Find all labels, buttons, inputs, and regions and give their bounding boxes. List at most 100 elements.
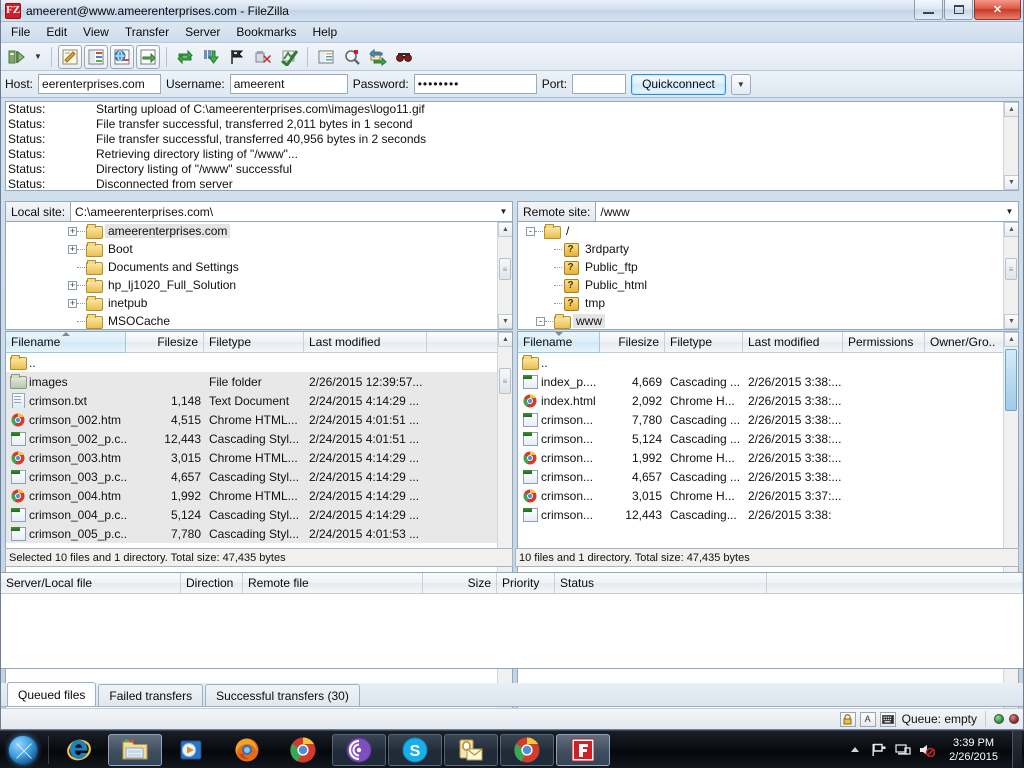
column-header-last-modified[interactable]: Last modified <box>743 332 843 352</box>
table-row[interactable]: crimson... 3,015 Chrome H... 2/26/2015 3… <box>518 486 1018 505</box>
reconnect-icon[interactable] <box>392 45 416 69</box>
tree-item[interactable]: Documents and Settings <box>6 258 512 276</box>
internet-explorer-icon[interactable] <box>52 734 106 766</box>
tree-item[interactable]: + inetpub <box>6 294 512 312</box>
local-directory-tree[interactable]: + ameerenterprises.com + Boot Documents … <box>5 222 513 330</box>
tree-item[interactable]: + Boot <box>6 240 512 258</box>
column-header-filesize[interactable]: Filesize <box>600 332 665 352</box>
table-row[interactable]: crimson_003.htm 3,015 Chrome HTML... 2/2… <box>6 448 512 467</box>
lock-icon[interactable] <box>839 711 856 727</box>
column-header-filename[interactable]: Filename <box>6 332 126 353</box>
tab-successful-transfers[interactable]: Successful transfers (30) <box>205 684 360 706</box>
column-header-filename[interactable]: Filename <box>518 332 600 353</box>
scroll-up-icon[interactable]: ▲ <box>1004 102 1018 117</box>
tab-failed-transfers[interactable]: Failed transfers <box>98 684 204 706</box>
scroll-down-icon[interactable]: ▼ <box>1004 175 1018 190</box>
table-row[interactable]: crimson... 4,657 Cascading ... 2/26/2015… <box>518 467 1018 486</box>
scrollbar-thumb[interactable] <box>1005 349 1017 411</box>
remote-tree-scrollbar[interactable]: ▲ ≡ ▼ <box>1003 222 1018 329</box>
find-files-icon[interactable] <box>340 45 364 69</box>
minimize-button[interactable] <box>914 0 943 20</box>
refresh-icon[interactable] <box>173 45 197 69</box>
table-row[interactable]: index_p.... 4,669 Cascading ... 2/26/201… <box>518 372 1018 391</box>
windows-media-player-icon[interactable] <box>164 734 218 766</box>
expander-icon[interactable]: + <box>68 298 77 308</box>
scroll-down-icon[interactable]: ▼ <box>498 314 512 329</box>
table-row[interactable]: crimson_002.htm 4,515 Chrome HTML... 2/2… <box>6 410 512 429</box>
disconnect-icon[interactable] <box>277 45 301 69</box>
site-manager-icon[interactable] <box>5 45 29 69</box>
scrollbar-thumb[interactable]: ≡ <box>1005 258 1017 280</box>
column-header-server-local-file[interactable]: Server/Local file <box>1 573 181 593</box>
table-row[interactable]: crimson_004.htm 1,992 Chrome HTML... 2/2… <box>6 486 512 505</box>
cancel-operation-icon[interactable] <box>251 45 275 69</box>
action-center-flag-icon[interactable] <box>871 742 887 758</box>
network-icon[interactable] <box>895 742 911 758</box>
firefox-icon[interactable] <box>220 734 274 766</box>
scroll-up-icon[interactable]: ▲ <box>498 332 512 347</box>
menu-file[interactable]: File <box>3 23 38 41</box>
menu-help[interactable]: Help <box>304 23 345 41</box>
quickconnect-button[interactable]: Quickconnect <box>631 73 726 95</box>
table-row[interactable]: .. <box>518 353 1018 372</box>
message-log-scrollbar[interactable]: ▲ ▼ <box>1003 102 1018 190</box>
expander-icon[interactable]: + <box>68 280 77 290</box>
menu-server[interactable]: Server <box>177 23 228 41</box>
column-header-filetype[interactable]: Filetype <box>204 332 304 352</box>
chevron-down-icon[interactable]: ▼ <box>730 73 751 95</box>
tree-item[interactable]: 3rdparty <box>518 240 1018 258</box>
column-header-priority[interactable]: Priority <box>497 573 555 593</box>
message-log[interactable]: Status: Starting upload of C:\ameerenter… <box>5 101 1019 191</box>
maximize-button[interactable] <box>944 0 973 20</box>
table-row[interactable]: crimson... 5,124 Cascading ... 2/26/2015… <box>518 429 1018 448</box>
tree-item[interactable]: - / <box>518 222 1018 240</box>
collapse-icon[interactable]: - <box>536 316 545 326</box>
table-row[interactable]: crimson... 7,780 Cascading ... 2/26/2015… <box>518 410 1018 429</box>
column-header-remote-file[interactable]: Remote file <box>243 573 423 593</box>
tree-item[interactable]: + ameerenterprises.com <box>6 222 512 240</box>
column-header-size[interactable]: Size <box>423 573 497 593</box>
scroll-up-icon[interactable]: ▲ <box>1004 332 1018 347</box>
toggle-local-tree-icon[interactable] <box>84 44 108 69</box>
keyboard-icon[interactable] <box>879 711 896 727</box>
password-input[interactable] <box>413 74 537 94</box>
tree-item[interactable]: Public_ftp <box>518 258 1018 276</box>
chevron-down-icon[interactable]: ▼ <box>495 202 512 221</box>
bittorrent-icon[interactable] <box>332 733 386 766</box>
tree-item[interactable]: Public_html <box>518 276 1018 294</box>
chrome-window-icon[interactable] <box>500 733 554 766</box>
show-hidden-icons-icon[interactable] <box>847 742 863 758</box>
volume-muted-icon[interactable] <box>919 742 936 758</box>
column-header-filetype[interactable]: Filetype <box>665 332 743 352</box>
table-row[interactable]: index.html 2,092 Chrome H... 2/26/2015 3… <box>518 391 1018 410</box>
synchronized-browsing-icon[interactable] <box>366 45 390 69</box>
port-input[interactable] <box>572 74 627 94</box>
local-tree-scrollbar[interactable]: ▲ ≡ ▼ <box>497 222 512 329</box>
menu-edit[interactable]: Edit <box>38 23 75 41</box>
local-site-value[interactable]: C:\ameerenterprises.com\ <box>71 202 495 221</box>
column-header-status[interactable]: Status <box>555 573 767 593</box>
process-queue-icon[interactable] <box>199 45 223 69</box>
ascii-transfer-icon[interactable]: A <box>859 711 876 727</box>
transfer-queue[interactable]: Server/Local file Direction Remote file … <box>1 572 1023 669</box>
close-button[interactable]: ✕ <box>974 0 1021 20</box>
column-header-last-modified[interactable]: Last modified <box>304 332 427 352</box>
column-header-permissions[interactable]: Permissions <box>843 332 925 352</box>
scroll-up-icon[interactable]: ▲ <box>1004 222 1018 237</box>
tab-queued-files[interactable]: Queued files <box>7 682 97 706</box>
site-manager-dropdown-icon[interactable]: ▼ <box>31 45 45 69</box>
username-input[interactable] <box>229 74 348 94</box>
scrollbar-thumb[interactable]: ≡ <box>499 368 511 394</box>
column-header-filesize[interactable]: Filesize <box>126 332 204 352</box>
outlook-icon[interactable] <box>444 733 498 766</box>
tree-item[interactable]: + hp_lj1020_Full_Solution <box>6 276 512 294</box>
table-row[interactable]: crimson_002_p.c... 12,443 Cascading Styl… <box>6 429 512 448</box>
table-row[interactable]: crimson_005_p.c... 7,780 Cascading Styl.… <box>6 524 512 543</box>
column-header-direction[interactable]: Direction <box>181 573 243 593</box>
directory-comparison-icon[interactable] <box>314 45 338 69</box>
scroll-up-icon[interactable]: ▲ <box>498 222 512 237</box>
toggle-remote-tree-icon[interactable] <box>110 44 134 69</box>
host-input[interactable] <box>38 74 162 94</box>
menu-view[interactable]: View <box>75 23 117 41</box>
tree-item[interactable]: MSOCache <box>6 312 512 329</box>
